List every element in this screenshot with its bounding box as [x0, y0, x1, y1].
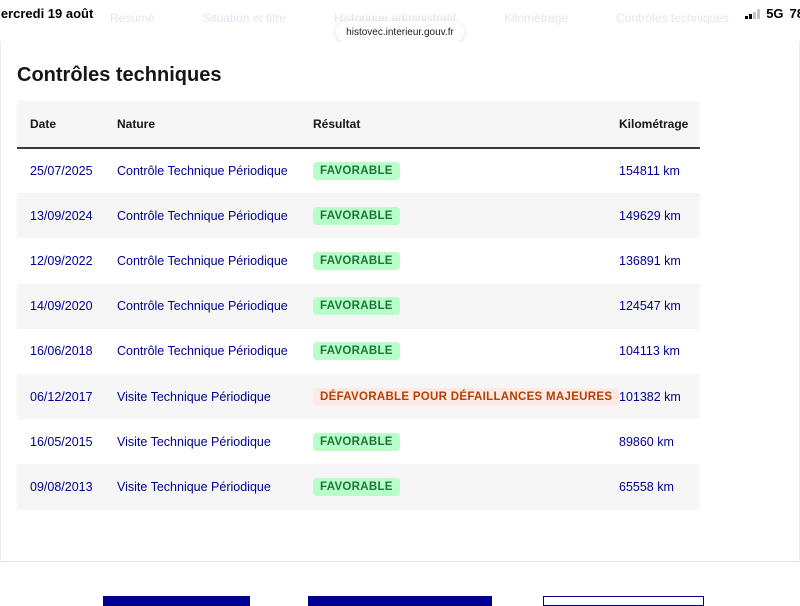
- table-row: 14/09/2020 Contrôle Technique Périodique…: [17, 283, 700, 329]
- cell-date: 06/12/2017: [17, 373, 104, 420]
- cell-nature: Visite Technique Périodique: [104, 373, 300, 420]
- column-header-nature: Nature: [104, 101, 300, 149]
- table-row: 13/09/2024 Contrôle Technique Périodique…: [17, 193, 700, 239]
- cell-date: 16/06/2018: [17, 328, 104, 374]
- inspections-card: Contrôles techniques Date Nature Résulta…: [0, 42, 800, 562]
- cell-nature: Visite Technique Périodique: [104, 419, 300, 465]
- result-badge: FAVORABLE: [313, 251, 400, 270]
- primary-action-button[interactable]: [103, 596, 250, 606]
- cell-mileage: 154811 km: [606, 148, 700, 194]
- table-row: 12/09/2022 Contrôle Technique Périodique…: [17, 238, 700, 284]
- status-indicators: 5G 78: [745, 6, 800, 21]
- cell-date: 13/09/2024: [17, 193, 104, 239]
- cell-date: 12/09/2022: [17, 238, 104, 284]
- cell-nature: Visite Technique Périodique: [104, 464, 300, 510]
- table-row: 09/08/2013 Visite Technique Périodique F…: [17, 464, 700, 510]
- result-badge: FAVORABLE: [313, 162, 400, 181]
- address-bar[interactable]: histovec.interieur.gouv.fr: [336, 21, 464, 43]
- column-header-result: Résultat: [300, 101, 606, 149]
- column-header-date: Date: [17, 101, 104, 149]
- cell-nature: Contrôle Technique Périodique: [104, 148, 300, 194]
- cell-result: FAVORABLE: [300, 148, 606, 194]
- primary-action-button-2[interactable]: [308, 596, 492, 606]
- result-badge: FAVORABLE: [313, 206, 400, 225]
- nav-tab-summary[interactable]: Résumé: [110, 11, 155, 25]
- cell-date: 25/07/2025: [17, 148, 104, 194]
- result-badge-failed: DÉFAVORABLE POUR DÉFAILLANCES MAJEURES: [313, 387, 620, 406]
- nav-tab-inspections[interactable]: Contrôles techniques: [616, 11, 729, 25]
- column-header-mileage: Kilométrage: [606, 101, 700, 149]
- nav-tab-mileage[interactable]: Kilométrage: [504, 11, 568, 25]
- cell-nature: Contrôle Technique Périodique: [104, 283, 300, 329]
- result-badge: FAVORABLE: [313, 477, 400, 496]
- table-row: 16/05/2015 Visite Technique Périodique F…: [17, 419, 700, 465]
- cell-result: FAVORABLE: [300, 464, 606, 510]
- cell-result: FAVORABLE: [300, 238, 606, 284]
- network-type: 5G: [766, 6, 784, 21]
- cell-mileage: 89860 km: [606, 419, 700, 465]
- cellular-signal-icon: [745, 8, 761, 19]
- address-url: histovec.interieur.gouv.fr: [346, 26, 454, 38]
- cell-nature: Contrôle Technique Périodique: [104, 328, 300, 374]
- status-date: Mercredi 19 août: [0, 6, 94, 21]
- cell-date: 09/08/2013: [17, 464, 104, 510]
- cell-mileage: 104113 km: [606, 328, 700, 374]
- cell-date: 16/05/2015: [17, 419, 104, 465]
- table-row: 25/07/2025 Contrôle Technique Périodique…: [17, 148, 700, 194]
- secondary-action-button[interactable]: [543, 596, 704, 606]
- cell-result: DÉFAVORABLE POUR DÉFAILLANCES MAJEURES: [300, 373, 620, 420]
- cell-mileage: 124547 km: [606, 283, 700, 329]
- cell-mileage: 101382 km: [606, 373, 700, 420]
- battery-level: 78: [789, 6, 800, 21]
- cell-mileage: 65558 km: [606, 464, 700, 510]
- result-badge: FAVORABLE: [313, 432, 400, 451]
- table-body: 25/07/2025 Contrôle Technique Périodique…: [17, 148, 700, 510]
- cell-mileage: 149629 km: [606, 193, 700, 239]
- cell-result: FAVORABLE: [300, 193, 606, 239]
- inspections-table: Date Nature Résultat Kilométrage 25/07/2…: [17, 101, 700, 510]
- cell-nature: Contrôle Technique Périodique: [104, 193, 300, 239]
- nav-tab-situation[interactable]: Situation et titre: [203, 11, 286, 25]
- result-badge: FAVORABLE: [313, 342, 400, 361]
- table-row: 06/12/2017 Visite Technique Périodique D…: [17, 373, 700, 420]
- table-row: 16/06/2018 Contrôle Technique Périodique…: [17, 328, 700, 374]
- cell-result: FAVORABLE: [300, 283, 606, 329]
- cell-mileage: 136891 km: [606, 238, 700, 284]
- page-title: Contrôles techniques: [17, 64, 222, 86]
- cell-date: 14/09/2020: [17, 283, 104, 329]
- cell-nature: Contrôle Technique Périodique: [104, 238, 300, 284]
- table-header-row: Date Nature Résultat Kilométrage: [17, 101, 700, 149]
- cell-result: FAVORABLE: [300, 328, 606, 374]
- result-badge: FAVORABLE: [313, 297, 400, 316]
- cell-result: FAVORABLE: [300, 419, 606, 465]
